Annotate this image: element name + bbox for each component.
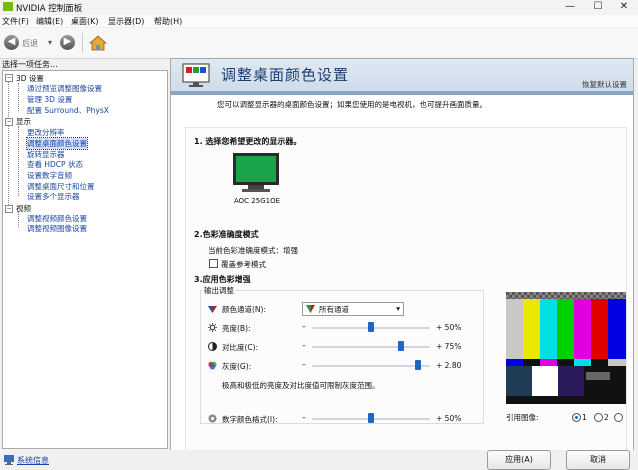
toolbar: ◀ 后退 ▾ ▶ — [0, 28, 638, 59]
gamma-slider-track[interactable] — [312, 365, 430, 367]
brightness-slider-thumb[interactable] — [368, 322, 374, 332]
nvidia-logo-icon — [3, 2, 13, 11]
contrast-minus: – — [302, 341, 306, 350]
brightness-label: 亮度(B): — [222, 324, 251, 333]
expand-video-icon[interactable]: − — [5, 205, 13, 213]
menu-help[interactable]: 帮助(H) — [154, 16, 182, 27]
page-description: 您可以调整显示器的桌面颜色设置；如果您使用的是电视机，也可提升画面质量。 — [217, 100, 487, 109]
desktop-color-icon — [181, 62, 213, 88]
vibrance-label: 数字颜色格式(I): — [222, 415, 278, 424]
close-button[interactable]: ✕ — [610, 0, 638, 14]
system-info-link[interactable]: 系统信息 — [17, 455, 49, 466]
page-title: 调整桌面颜色设置 — [221, 66, 350, 84]
contrast-icon — [208, 342, 217, 351]
reference-image — [506, 292, 626, 404]
home-icon — [88, 35, 108, 51]
main-panel: 调整桌面颜色设置 恢复默认设置 您可以调整显示器的桌面颜色设置；如果您使用的是电… — [170, 58, 634, 452]
vibrance-value: + 50% — [436, 414, 462, 423]
tree-item-manage-3d[interactable]: 管理 3D 设置 — [27, 94, 72, 105]
range-note: 极高和极低的亮度及对比度值可限制灰度范围。 — [222, 381, 380, 390]
gamma-icon — [208, 361, 217, 370]
expand-3d-icon[interactable]: − — [5, 74, 13, 82]
ref-image-option-2: 2 — [604, 413, 609, 422]
step1-heading: 1. 选择您希望更改的显示器。 — [194, 137, 302, 146]
home-button[interactable] — [88, 34, 108, 52]
window-title: NVIDIA 控制面板 — [16, 4, 83, 14]
tree-item-resolution[interactable]: 更改分辨率 — [27, 127, 65, 138]
ref-image-radio-3[interactable] — [614, 413, 623, 422]
brightness-icon — [208, 323, 217, 332]
cancel-button[interactable]: 取消 — [566, 450, 630, 470]
menu-desktop[interactable]: 桌面(K) — [71, 16, 99, 27]
contrast-slider-track[interactable] — [312, 346, 430, 348]
ref-image-option-1: 1 — [582, 413, 587, 422]
footer-bar: 系统信息 应用(A) 取消 — [0, 450, 638, 470]
forward-button[interactable]: ▶ — [60, 35, 75, 50]
chevron-down-icon: ▾ — [396, 304, 400, 313]
monitor-tile[interactable] — [232, 152, 280, 194]
forward-arrow-icon: ▶ — [63, 36, 72, 47]
title-bar: NVIDIA 控制面板 — ☐ ✕ — [0, 0, 638, 14]
digital-vibrance-icon — [208, 414, 217, 423]
expand-display-icon[interactable]: − — [5, 118, 13, 126]
settings-content: 1. 选择您希望更改的显示器。 AOC 25G1OE 2.色彩准确度模式 当前色… — [185, 127, 627, 451]
back-label: 后退 — [22, 39, 38, 48]
tree-category-display[interactable]: 显示 — [16, 116, 31, 127]
ref-image-label: 引用图像: — [506, 413, 539, 422]
task-tree: − 3D 设置 通过预览调整图像设置 管理 3D 设置 配置 Surround、… — [2, 70, 168, 449]
monitor-label: AOC 25G1OE — [234, 197, 281, 205]
tree-item-preview-image[interactable]: 通过预览调整图像设置 — [27, 83, 102, 94]
vibrance-slider-thumb[interactable] — [368, 413, 374, 423]
gamma-slider-thumb[interactable] — [415, 360, 422, 370]
system-info-icon — [4, 455, 14, 465]
back-button[interactable]: ◀ — [4, 35, 19, 50]
override-reference-checkbox[interactable] — [209, 259, 218, 268]
contrast-label: 对比度(C): — [222, 343, 259, 352]
ref-image-radio-1[interactable] — [572, 413, 581, 422]
contrast-slider-thumb[interactable] — [397, 341, 404, 351]
tree-item-video-image[interactable]: 调整视频图像设置 — [27, 223, 87, 234]
page-banner: 调整桌面颜色设置 恢复默认设置 — [171, 59, 633, 91]
gamma-minus: – — [302, 360, 306, 369]
all-channels-icon — [306, 305, 315, 313]
color-channel-icon — [208, 306, 217, 313]
maximize-button[interactable]: ☐ — [584, 0, 612, 14]
tree-item-multi-display[interactable]: 设置多个显示器 — [27, 191, 80, 202]
back-arrow-icon: ◀ — [7, 36, 16, 47]
apply-button[interactable]: 应用(A) — [487, 450, 551, 470]
color-channel-value: 所有通道 — [319, 305, 349, 314]
contrast-value: + 75% — [436, 342, 462, 351]
menu-file[interactable]: 文件(F) — [2, 16, 29, 27]
step3-heading: 3.应用色彩增强 — [194, 275, 251, 284]
current-mode-text: 当前色彩准确度模式：增强 — [208, 246, 298, 255]
override-reference-label: 覆盖参考模式 — [221, 260, 266, 269]
monitor-icon — [233, 153, 279, 192]
color-channel-select[interactable]: 所有通道 ▾ — [302, 302, 404, 316]
menu-display[interactable]: 显示器(D) — [108, 16, 144, 27]
menu-edit[interactable]: 编辑(E) — [36, 16, 63, 27]
step2-heading: 2.色彩准确度模式 — [194, 230, 259, 239]
back-dropdown-icon[interactable]: ▾ — [48, 38, 52, 47]
brightness-value: + 50% — [436, 323, 462, 332]
restore-defaults-link[interactable]: 恢复默认设置 — [582, 79, 627, 90]
output-adjust-legend: 输出调整 — [202, 285, 236, 296]
tree-item-digital-audio[interactable]: 设置数字音频 — [27, 170, 72, 181]
color-channel-label: 颜色通道(N): — [222, 305, 266, 314]
vibrance-minus: – — [302, 413, 306, 422]
ref-image-radio-2[interactable] — [594, 413, 603, 422]
gamma-value: + 2.80 — [436, 361, 462, 370]
brightness-minus: – — [302, 322, 306, 331]
tree-item-surround-physx[interactable]: 配置 Surround、PhysX — [27, 105, 109, 116]
tree-item-desktop-color[interactable]: 调整桌面颜色设置 — [26, 137, 88, 150]
banner-divider — [171, 91, 633, 95]
toolbar-divider — [82, 33, 83, 53]
menu-bar: 文件(F) 编辑(E) 桌面(K) 显示器(D) 帮助(H) — [0, 15, 638, 27]
gamma-label: 灰度(G): — [222, 362, 252, 371]
sidebar-heading: 选择一项任务... — [2, 60, 58, 69]
minimize-button[interactable]: — — [556, 0, 584, 14]
tree-item-hdcp[interactable]: 查看 HDCP 状态 — [27, 159, 83, 170]
